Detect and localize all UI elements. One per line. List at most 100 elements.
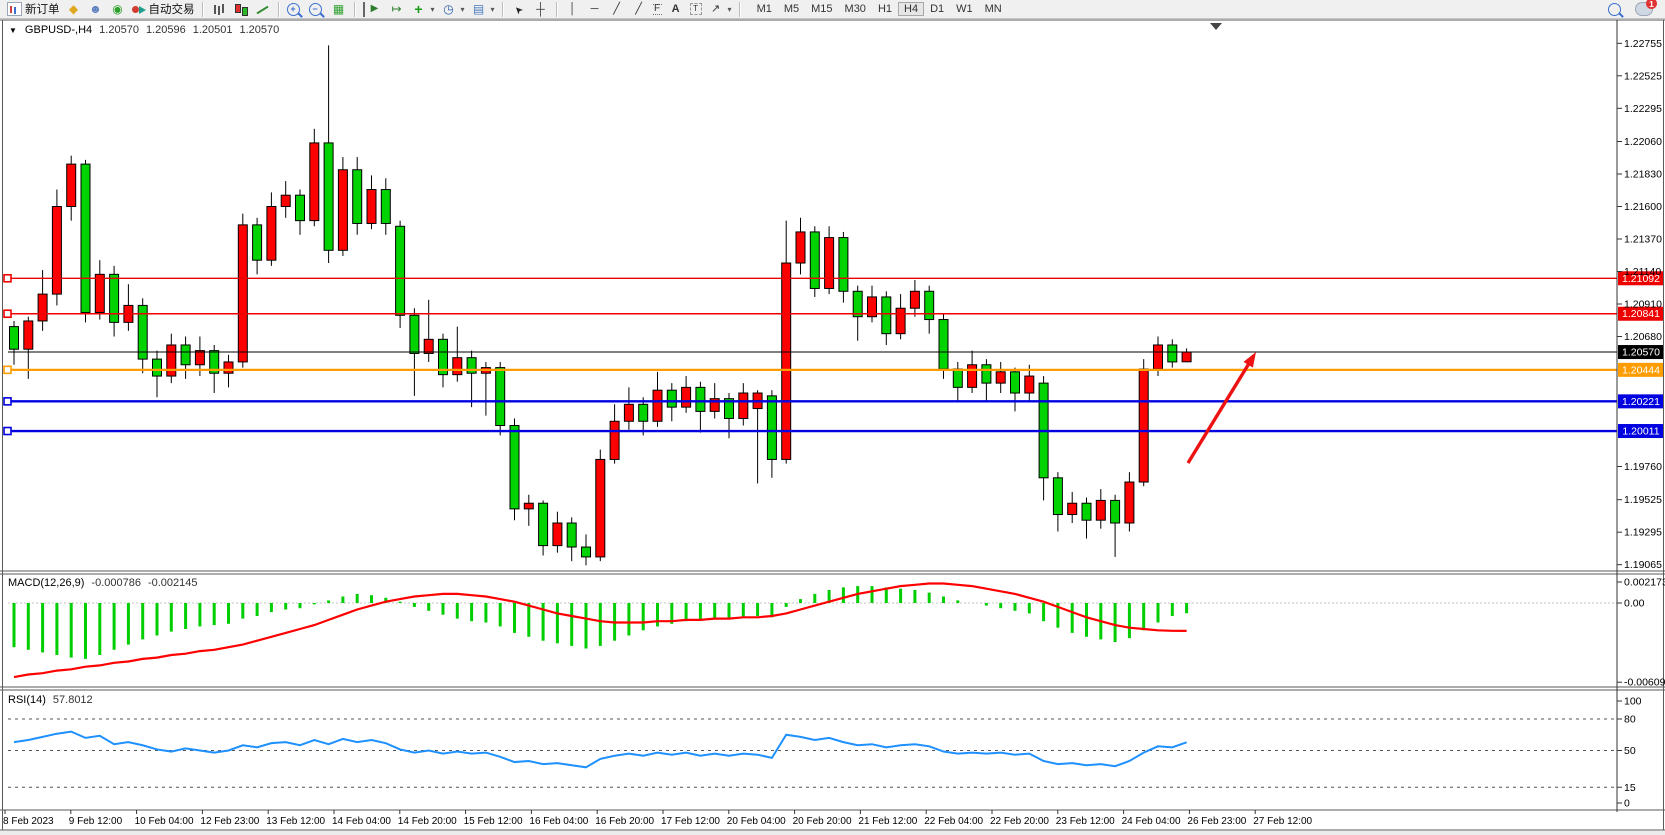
line-chart-button[interactable] [252, 1, 274, 18]
crosshair-icon: ┼ [533, 2, 549, 17]
candle-body [367, 190, 376, 224]
equidistant-channel-button[interactable]: ╱ [628, 1, 650, 18]
price-tick-label: 1.21830 [1624, 169, 1662, 181]
timeframe-m1[interactable]: M1 [751, 2, 778, 16]
fibonacci-icon: F [653, 4, 662, 15]
candle-body [839, 238, 848, 292]
candle-body [424, 339, 433, 353]
equidistant-channel-icon: ╱ [631, 2, 647, 17]
dropdown-caret-icon[interactable]: ▾ [431, 5, 435, 14]
auto-trading-button[interactable]: 自动交易 [129, 0, 198, 18]
timeframe-h1[interactable]: H1 [872, 2, 898, 16]
timeframe-w1[interactable]: W1 [950, 2, 979, 16]
charts-button[interactable]: ◆ [63, 1, 85, 18]
trendline-button[interactable]: ╱ [606, 1, 628, 18]
collapse-triangle-icon[interactable]: ▼ [9, 24, 17, 36]
periods-icon: ◷ [441, 2, 457, 17]
market-watch-button[interactable]: ☻ [85, 1, 107, 18]
macd-tick-label: -0.006094 [1624, 677, 1665, 689]
candle-body [639, 404, 648, 421]
rsi-value: 57.8012 [53, 694, 93, 706]
candle-body [1139, 369, 1148, 482]
date-label: 17 Feb 12:00 [661, 816, 720, 827]
line-handle [4, 275, 11, 282]
price-tick-label: 1.19525 [1624, 494, 1662, 506]
candle-body [796, 232, 805, 263]
candle-body [181, 345, 190, 365]
dropdown-caret-icon[interactable]: ▾ [728, 5, 732, 14]
date-label: 26 Feb 23:00 [1187, 816, 1246, 827]
cursor-button[interactable]: ➤ [508, 1, 530, 18]
price-tick-label: 1.22525 [1624, 70, 1662, 82]
rsi-name: RSI(14) [8, 694, 46, 706]
toolbar-separator [278, 2, 280, 17]
date-label: 22 Feb 04:00 [924, 816, 983, 827]
crosshair-button[interactable]: ┼ [530, 1, 552, 18]
rsi-tick-label: 80 [1624, 714, 1636, 726]
text-button[interactable]: A [665, 1, 687, 18]
timeframe-m5[interactable]: M5 [778, 2, 805, 16]
window-bottom-strip [0, 831, 1665, 835]
date-label: 27 Feb 12:00 [1253, 816, 1312, 827]
candle-body [968, 365, 977, 388]
notifications-icon[interactable]: 1 [1635, 2, 1653, 16]
fibonacci-button[interactable]: F [650, 3, 665, 16]
zoom-in-button[interactable]: + [284, 2, 306, 17]
macd-tick-label: 0.002173 [1624, 577, 1665, 589]
horizontal-line-button[interactable]: ─ [584, 1, 606, 18]
date-label: 20 Feb 04:00 [727, 816, 786, 827]
timeframe-m15[interactable]: M15 [805, 2, 838, 16]
chart-shift-button[interactable]: ↦ [386, 1, 408, 18]
candle-body [853, 291, 862, 316]
price-tick-label: 1.21140 [1624, 266, 1661, 278]
symbol-period: GBPUSD-,H4 [25, 24, 92, 36]
line-handle [4, 310, 11, 317]
candle-body [324, 143, 333, 250]
date-label: 8 Feb 2023 [3, 816, 54, 827]
candle-body [52, 207, 61, 295]
line-handle [4, 398, 11, 405]
chart-canvas[interactable]: 1.210921.208411.205701.204441.202211.200… [0, 0, 1665, 835]
indicators-icon: + [411, 2, 427, 17]
indicators-button[interactable]: +▾ [408, 1, 438, 18]
arrows-button[interactable]: ↗▾ [705, 1, 735, 18]
timeframe-d1[interactable]: D1 [924, 2, 950, 16]
periods-button[interactable]: ◷▾ [438, 1, 468, 18]
timeframe-h4[interactable]: H4 [898, 2, 924, 16]
new-order-button[interactable]: 新订单 [4, 0, 63, 18]
candle-body [767, 396, 776, 460]
ohlc-close: 1.20570 [239, 24, 279, 36]
auto-scroll-button[interactable]: ▶ [360, 1, 386, 18]
candle-body [1082, 503, 1091, 520]
timeframe-mn[interactable]: MN [979, 2, 1008, 16]
dropdown-caret-icon[interactable]: ▾ [491, 5, 495, 14]
signals-button[interactable]: ◉ [107, 1, 129, 18]
price-tick-label: 1.19760 [1624, 461, 1662, 473]
candle-body [510, 426, 519, 509]
search-icon[interactable] [1608, 3, 1621, 16]
candle-body [296, 195, 305, 220]
candle-body [238, 225, 247, 362]
vertical-line-icon: │ [565, 2, 581, 17]
dropdown-caret-icon[interactable]: ▾ [461, 5, 465, 14]
candle-body [682, 387, 691, 407]
date-label: 21 Feb 12:00 [858, 816, 917, 827]
candle-body [281, 195, 290, 206]
toolbar-buttons: 新订单◆☻◉自动交易+−▦▶↦+▾◷▾▤▾➤┼│─╱╱FAT↗▾ [4, 0, 745, 18]
timeframe-m30[interactable]: M30 [839, 2, 872, 16]
candle-body [1053, 478, 1062, 515]
templates-button[interactable]: ▤▾ [468, 1, 498, 18]
toolbar-separator [502, 2, 504, 17]
charts-icon: ◆ [66, 2, 82, 17]
zoom-out-button[interactable]: − [306, 2, 328, 17]
bar-chart-button[interactable] [208, 1, 230, 18]
price-tick-label: 1.19295 [1624, 527, 1662, 539]
notification-badge: 1 [1646, 0, 1657, 9]
toolbar: 新订单◆☻◉自动交易+−▦▶↦+▾◷▾▤▾➤┼│─╱╱FAT↗▾ M1M5M15… [0, 0, 1665, 19]
line-handle [4, 428, 11, 435]
text-label-button[interactable]: T [687, 2, 705, 16]
candlestick-chart-button[interactable] [230, 1, 252, 18]
vertical-line-button[interactable]: │ [562, 1, 584, 18]
tile-windows-button[interactable]: ▦ [328, 1, 350, 18]
date-label: 14 Feb 04:00 [332, 816, 391, 827]
